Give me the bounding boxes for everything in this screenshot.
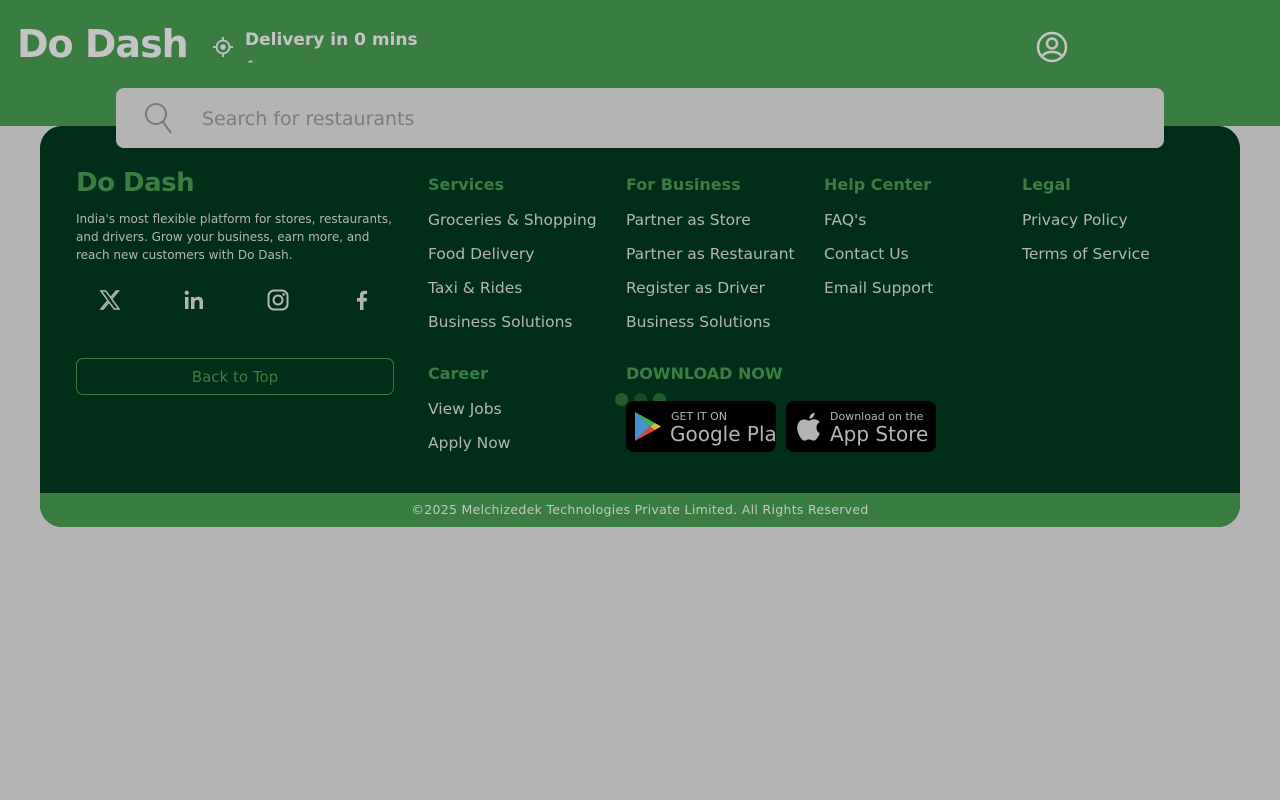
footer-link[interactable]: Privacy Policy [1022,211,1150,245]
back-to-top-button[interactable]: Back to Top [76,358,394,395]
copyright-bar: ©2025 Melchizedek Technologies Private L… [40,493,1240,527]
search-input[interactable] [200,100,1104,138]
apple-icon [797,412,820,441]
search-icon[interactable] [144,102,174,134]
footer-link[interactable]: FAQ's [824,211,933,245]
business-column: For Business Partner as Store Partner as… [626,175,795,347]
app-store-badge[interactable]: Download on the App Store [786,401,936,452]
footer-link[interactable]: Email Support [824,279,933,313]
services-heading: Services [428,175,505,194]
google-play-badge[interactable]: GET IT ON Google Play [626,401,776,452]
footer-link[interactable]: Groceries & Shopping [428,211,597,245]
help-heading: Help Center [824,175,932,194]
google-play-big-text: Google Play [670,422,776,446]
career-column: Career View Jobs Apply Now [428,364,510,468]
footer-link[interactable]: Food Delivery [428,245,597,279]
footer-link[interactable]: Business Solutions [428,313,597,347]
footer-link[interactable]: Contact Us [824,245,933,279]
search-bar[interactable] [116,88,1164,148]
google-play-icon [635,412,661,441]
app-store-big-text: App Store [830,422,929,446]
footer-link[interactable]: Business Solutions [626,313,795,347]
instagram-icon[interactable] [266,288,290,312]
footer-link[interactable]: Apply Now [428,434,510,468]
help-column: Help Center FAQ's Contact Us Email Suppo… [824,175,933,313]
footer-link[interactable]: Taxi & Rides [428,279,597,313]
footer-description: India's most flexible platform for store… [76,212,392,262]
download-heading: DOWNLOAD NOW [626,364,783,383]
footer-brand-logo[interactable]: Do Dash [76,168,195,198]
career-heading: Career [428,364,489,383]
location-target-icon[interactable] [212,36,234,58]
delivery-time-label[interactable]: Delivery in 0 mins [245,30,418,50]
footer-link[interactable]: Partner as Store [626,211,795,245]
business-heading: For Business [626,175,741,194]
user-circle-icon[interactable] [1036,31,1068,63]
linkedin-icon[interactable] [182,288,206,312]
site-footer: Do Dash India's most flexible platform f… [40,126,1240,527]
footer-link[interactable]: View Jobs [428,400,510,434]
brand-logo[interactable]: Do Dash [17,22,189,66]
social-links [76,288,396,316]
delivery-address-label[interactable]: - [248,54,253,68]
footer-link[interactable]: Partner as Restaurant [626,245,795,279]
footer-link[interactable]: Terms of Service [1022,245,1150,279]
facebook-icon[interactable] [350,288,374,312]
download-column: DOWNLOAD NOW [626,364,783,388]
footer-link[interactable]: Register as Driver [626,279,795,313]
legal-heading: Legal [1022,175,1071,194]
x-icon[interactable] [98,288,122,312]
services-column: Services Groceries & Shopping Food Deliv… [428,175,597,347]
legal-column: Legal Privacy Policy Terms of Service [1022,175,1150,279]
